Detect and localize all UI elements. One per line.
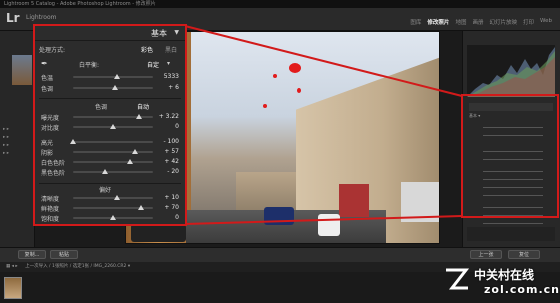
slider-value[interactable]: 0 [155, 123, 179, 130]
slider-thumb[interactable] [114, 74, 120, 79]
slider-thumb[interactable] [135, 114, 142, 119]
collapse-triangle-icon[interactable]: ▼ [174, 29, 179, 36]
slider-label: 清晰度 [41, 196, 60, 203]
slider-value[interactable]: + 42 [155, 158, 179, 165]
treatment-bw-option[interactable]: 黑白 [165, 45, 177, 54]
zol-logo-icon [446, 268, 470, 290]
auto-tone-button[interactable]: 自动 [137, 102, 149, 111]
white-balance-select[interactable]: 自定 [147, 60, 159, 69]
basic-panel-zoom: 基本 ▼ 处理方式: 彩色 黑白 ✒ 白平衡: 自定 ▾ 色调 自动 偏好 色温… [33, 24, 187, 226]
divider [39, 183, 181, 184]
treatment-label: 处理方式: [39, 47, 66, 54]
slider-thumb[interactable] [110, 124, 116, 129]
treatment-color-option[interactable]: 彩色 [141, 45, 153, 54]
previous-button[interactable]: 上一张 [470, 250, 502, 259]
slider-value[interactable]: + 57 [155, 148, 179, 155]
reset-button[interactable]: 复位 [508, 250, 540, 259]
slider-label: 黑色色阶 [41, 170, 66, 177]
slider-thumb[interactable] [70, 139, 76, 144]
slider-value[interactable]: + 3.22 [155, 113, 179, 120]
slider-label: 色调 [41, 86, 54, 93]
slider-value[interactable]: + 10 [155, 194, 179, 201]
slider-label: 曝光度 [41, 115, 60, 122]
slider-value[interactable]: 0 [155, 214, 179, 221]
copy-settings-button[interactable]: 复制... [18, 250, 46, 259]
presence-header: 偏好 [99, 187, 112, 194]
slider-thumb[interactable] [112, 85, 119, 90]
slider-thumb[interactable] [138, 205, 144, 210]
slider-track[interactable] [73, 161, 153, 163]
bottom-toolbar: 复制... 粘贴 上一张 复位 [0, 247, 560, 262]
slider-value[interactable]: - 20 [155, 168, 179, 175]
eyedropper-icon[interactable]: ✒ [41, 59, 48, 68]
slider-label: 色温 [41, 75, 54, 82]
slider-value[interactable]: + 70 [155, 204, 179, 211]
tone-header: 色调 [95, 104, 108, 111]
white-balance-label: 白平衡: [79, 62, 100, 69]
slider-value[interactable]: 5333 [155, 73, 179, 80]
filmstrip-path[interactable]: 上一次导入 / 1张照片 / 选定1张 / IMG_2260.CR2 ▾ [25, 264, 130, 269]
paste-settings-button[interactable]: 粘贴 [50, 250, 78, 259]
slider-label: 阴影 [41, 150, 54, 157]
slider-track[interactable] [73, 76, 153, 78]
slider-thumb[interactable] [110, 215, 116, 220]
slider-thumb[interactable] [126, 159, 133, 164]
grid-icon[interactable]: ▦ ◂ ▸ [6, 264, 18, 269]
watermark-title: 中关村在线 [474, 268, 535, 282]
slider-label: 鲜艳度 [41, 206, 60, 213]
slider-value[interactable]: + 6 [155, 84, 179, 91]
slider-value[interactable]: - 100 [155, 138, 179, 145]
slider-label: 饱和度 [41, 216, 60, 223]
dropdown-arrow-icon[interactable]: ▾ [167, 60, 170, 67]
basic-panel-header[interactable]: 基本 ▼ [35, 26, 185, 41]
divider [39, 98, 181, 99]
slider-track[interactable] [73, 141, 153, 143]
slider-label: 白色色阶 [41, 160, 66, 167]
watermark-url: zol.com.cn [484, 283, 560, 296]
filmstrip-thumbnail[interactable] [4, 277, 22, 299]
slider-label: 高光 [41, 140, 54, 147]
slider-thumb[interactable] [114, 195, 120, 200]
slider-track[interactable] [73, 197, 153, 199]
slider-track[interactable] [73, 171, 153, 173]
slider-thumb[interactable] [132, 149, 139, 154]
slider-track[interactable] [73, 151, 153, 153]
slider-label: 对比度 [41, 125, 60, 132]
basic-panel-title: 基本 [151, 29, 167, 38]
slider-thumb[interactable] [102, 169, 108, 174]
